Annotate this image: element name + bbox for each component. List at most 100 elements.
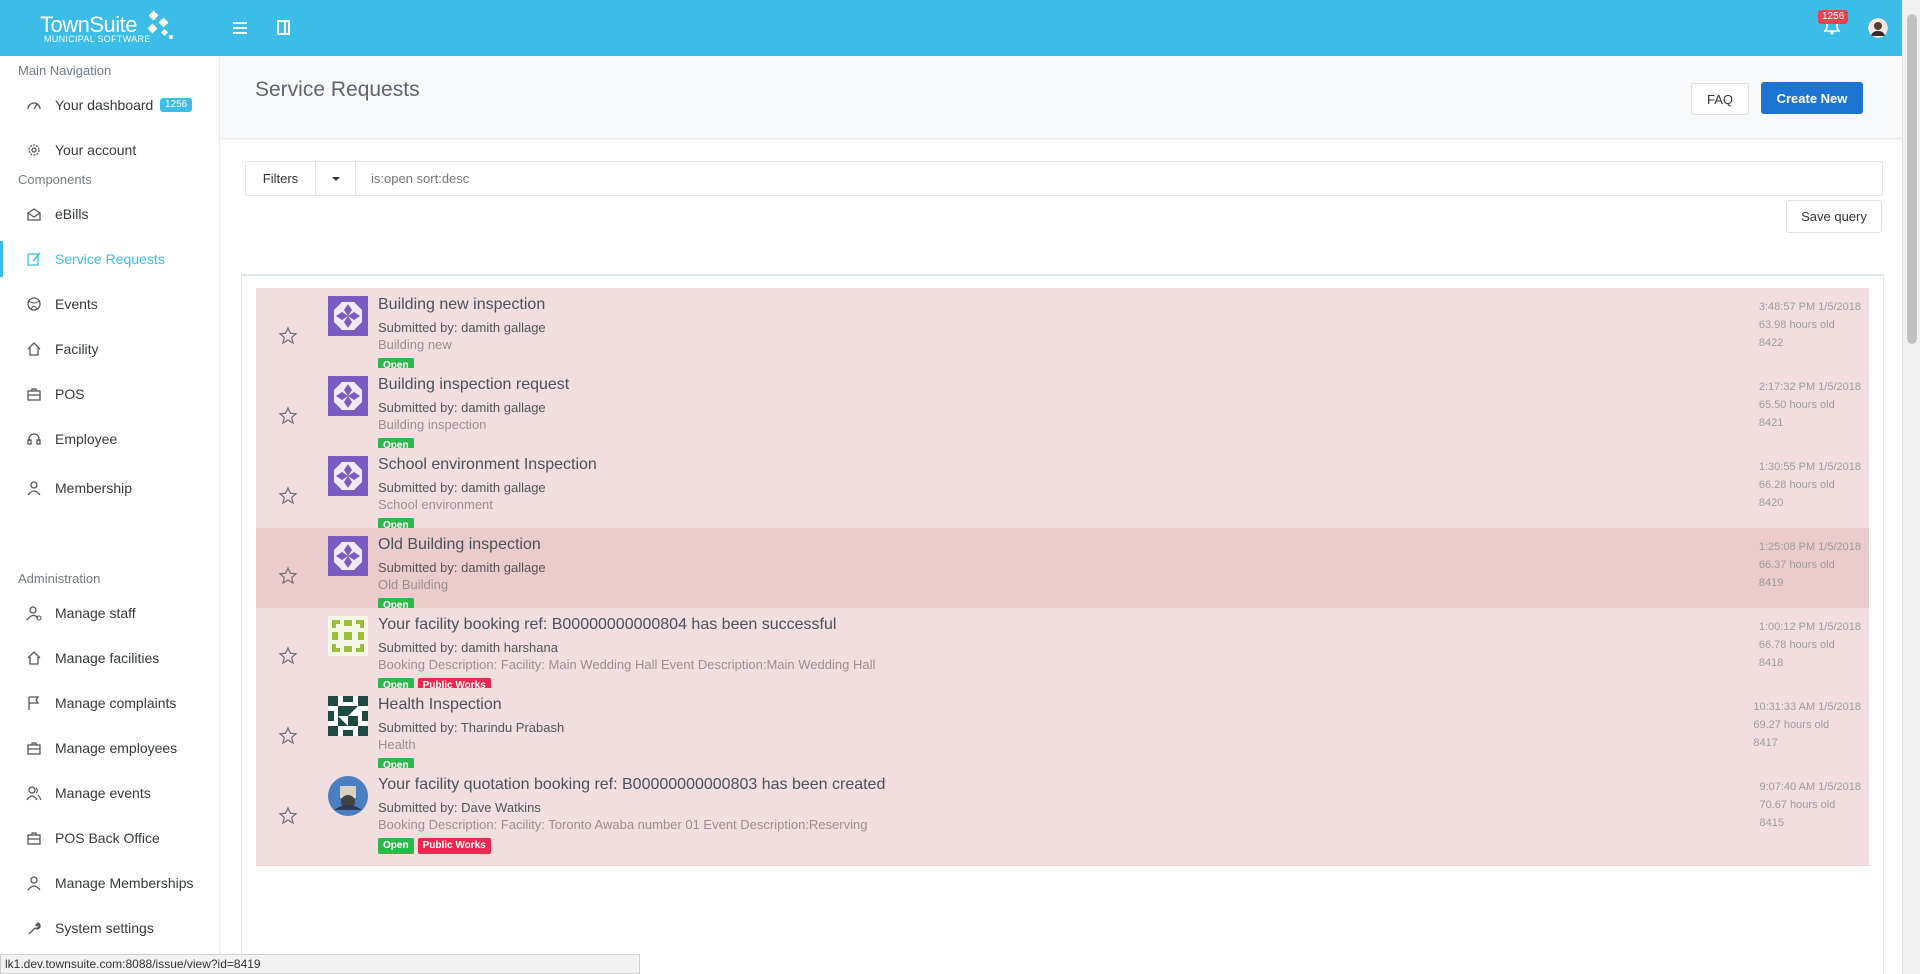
issue-title[interactable]: Building new inspection (378, 296, 545, 314)
sidebar-item-ebills[interactable]: eBills (0, 196, 219, 232)
menu-toggle-button[interactable] (229, 16, 253, 40)
save-query-button[interactable]: Save query (1786, 200, 1882, 233)
create-new-button[interactable]: Create New (1761, 82, 1863, 114)
issue-meta: 3:48:57 PM 1/5/2018 63.98 hours old 8422 (1759, 298, 1861, 352)
sidebar-item-system-settings[interactable]: System settings (0, 910, 219, 946)
issue-submitter: Submitted by: Dave Watkins (378, 800, 541, 815)
sidebar-item-manage-employees[interactable]: Manage employees (0, 730, 219, 766)
user-avatar[interactable] (1868, 18, 1888, 38)
sidebar-item-pos[interactable]: POS (0, 376, 219, 412)
sidebar: Main Navigation Your dashboard 1256 Your… (0, 56, 220, 974)
faq-button[interactable]: FAQ (1691, 83, 1749, 115)
issue-title[interactable]: Building inspection request (378, 376, 569, 394)
star-icon[interactable] (278, 726, 298, 746)
caret-down-icon (331, 176, 340, 181)
sidebar-item-facility[interactable]: Facility (0, 331, 219, 367)
sidebar-item-label: Manage complaints (55, 695, 177, 711)
sidebar-item-membership[interactable]: Membership (0, 470, 219, 506)
edit-icon (27, 252, 41, 266)
identicon-avatar (328, 616, 368, 656)
ball-icon (27, 297, 41, 311)
identicon-avatar (328, 296, 368, 336)
issue-title[interactable]: School environment Inspection (378, 456, 597, 474)
issue-title[interactable]: Old Building inspection (378, 536, 541, 554)
home-icon (27, 342, 41, 356)
brand-tagline: MUNICIPAL SOFTWARE (44, 34, 151, 44)
star-icon[interactable] (278, 326, 298, 346)
issue-description: Old Building (378, 577, 449, 592)
sidebar-item-dashboard[interactable]: Your dashboard 1256 (0, 87, 219, 123)
issue-id: 8421 (1758, 417, 1784, 429)
sidebar-item-events[interactable]: Events (0, 286, 219, 322)
sidebar-item-employee[interactable]: Employee (0, 421, 219, 457)
sidebar-item-label: Manage events (55, 785, 151, 801)
sidebar-item-label: Membership (55, 480, 133, 496)
sidebar-item-label: eBills (55, 206, 89, 222)
brand-logo[interactable]: TownSuite MUNICIPAL SOFTWARE (0, 0, 220, 56)
issue-title[interactable]: Your facility quotation booking ref: B00… (378, 776, 885, 794)
issue-time: 10:31:33 AM 1/5/2018 (1753, 701, 1861, 713)
page-header: Service Requests FAQ Create New (221, 56, 1902, 139)
issue-title[interactable]: Health Inspection (378, 696, 502, 714)
sidebar-item-label: System settings (55, 920, 154, 936)
issue-description: Building new (378, 337, 452, 352)
issue-tags: Open Public Works (378, 838, 491, 854)
star-icon[interactable] (278, 566, 298, 586)
identicon-avatar (328, 696, 368, 736)
issue-age: 66.78 hours old (1758, 639, 1835, 651)
issue-submitter: Submitted by: damith gallage (378, 480, 546, 495)
filter-query-input[interactable] (357, 162, 1882, 195)
envelope-icon (27, 208, 41, 221)
page-scrollbar[interactable] (1902, 0, 1920, 974)
browser-status-url: lk1.dev.townsuite.com:8088/issue/view?id… (0, 954, 640, 974)
issue-id: 8420 (1758, 497, 1784, 509)
issue-submitter: Submitted by: damith gallage (378, 560, 546, 575)
issue-id: 8418 (1758, 657, 1784, 669)
sidebar-item-label: Facility (55, 341, 99, 357)
issue-description: Building inspection (378, 417, 487, 432)
star-icon[interactable] (278, 646, 298, 666)
star-icon[interactable] (278, 486, 298, 506)
star-icon[interactable] (278, 406, 298, 426)
issue-id: 8417 (1753, 737, 1778, 749)
issue-meta: 1:30:55 PM 1/5/2018 66.28 hours old 8420 (1759, 458, 1861, 512)
issue-meta: 9:07:40 AM 1/5/2018 70.67 hours old 8415 (1759, 778, 1861, 832)
issue-row[interactable]: Your facility quotation booking ref: B00… (256, 768, 1869, 866)
issue-age: 63.98 hours old (1758, 319, 1835, 331)
issue-id: 8415 (1759, 817, 1784, 829)
wrench-icon (28, 922, 41, 935)
sidebar-item-service-requests[interactable]: Service Requests (0, 241, 219, 277)
sidebar-item-account[interactable]: Your account (0, 132, 219, 168)
panel-toggle-button[interactable] (272, 16, 296, 40)
filter-bar: Filters (245, 161, 1883, 196)
issue-list: Building new inspection Submitted by: da… (241, 274, 1884, 974)
sidebar-panel-icon (277, 20, 290, 35)
user-gear-icon (26, 606, 42, 621)
star-icon[interactable] (278, 806, 298, 826)
issue-meta: 1:25:08 PM 1/5/2018 66.37 hours old 8419 (1759, 538, 1861, 592)
issue-description: School environment (378, 497, 493, 512)
scrollbar-thumb[interactable] (1907, 14, 1917, 344)
issue-submitter: Submitted by: damith gallage (378, 400, 546, 415)
issue-age: 70.67 hours old (1759, 799, 1836, 811)
issue-description: Health (378, 737, 416, 752)
issue-id: 8419 (1758, 577, 1784, 589)
issue-time: 1:30:55 PM 1/5/2018 (1758, 461, 1861, 473)
issue-age: 65.50 hours old (1758, 399, 1835, 411)
briefcase-icon (27, 742, 41, 755)
filters-button[interactable]: Filters (246, 162, 316, 195)
sidebar-item-manage-complaints[interactable]: Manage complaints (0, 685, 219, 721)
sidebar-item-manage-memberships[interactable]: Manage Memberships (0, 865, 219, 901)
notification-count-badge: 1256 (1818, 10, 1849, 24)
sidebar-item-pos-back-office[interactable]: POS Back Office (0, 820, 219, 856)
top-bar: TownSuite MUNICIPAL SOFTWARE 1256 (0, 0, 1902, 56)
sidebar-item-manage-facilities[interactable]: Manage facilities (0, 640, 219, 676)
sidebar-item-manage-staff[interactable]: Manage staff (0, 595, 219, 631)
sidebar-item-manage-events[interactable]: Manage events (0, 775, 219, 811)
sidebar-item-label: Manage facilities (55, 650, 160, 666)
dashboard-icon (27, 102, 41, 110)
issue-title[interactable]: Your facility booking ref: B000000000008… (378, 616, 836, 634)
status-badge: Open (378, 838, 414, 854)
issue-time: 1:00:12 PM 1/5/2018 (1758, 621, 1861, 633)
filters-dropdown-toggle[interactable] (316, 162, 356, 195)
